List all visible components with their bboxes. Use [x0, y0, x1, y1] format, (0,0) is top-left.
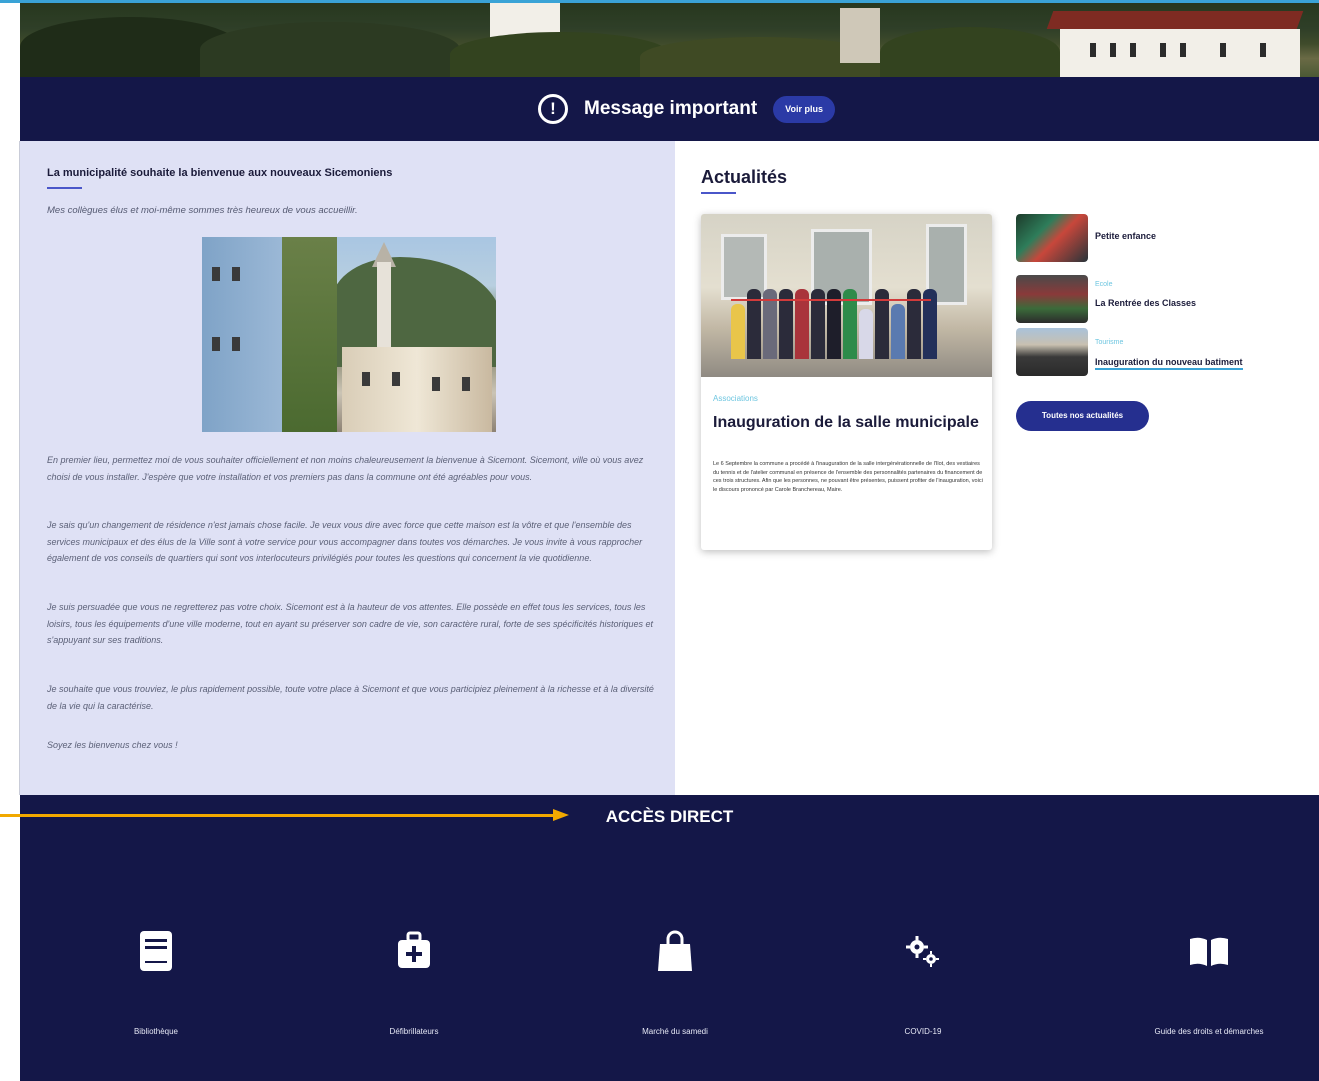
shopping-bag-icon — [658, 930, 692, 971]
direct-access-title: ACCÈS DIRECT — [605, 807, 734, 826]
open-book-icon — [1190, 937, 1228, 966]
gears-icon — [906, 936, 939, 967]
first-aid-kit-icon — [398, 931, 430, 968]
news-thumbnail — [1016, 214, 1088, 262]
access-item-label: Bibliothèque — [133, 1027, 179, 1036]
news-item-label: La Rentrée des Classes — [1095, 298, 1197, 308]
all-news-button[interactable]: Toutes nos actualités — [1016, 401, 1149, 431]
featured-news-excerpt: Le 6 Septembre la commune a procédé à l'… — [713, 461, 983, 493]
title-underline — [701, 192, 736, 194]
welcome-paragraph: Je suis persuadée que vous ne regrettere… — [47, 602, 654, 645]
news-item-rentree[interactable]: Ecole La Rentrée des Classes — [1016, 275, 1296, 323]
access-item-label: Défibrillateurs — [389, 1027, 439, 1036]
access-item-label: Guide des droits et démarches — [1154, 1027, 1264, 1036]
access-item-marche[interactable]: Marché du samedi — [575, 929, 775, 1039]
annotation-arrow — [0, 814, 555, 817]
featured-news-category: Associations — [713, 394, 758, 403]
town-photo — [202, 237, 496, 432]
welcome-section: La municipalité souhaite la bienvenue au… — [20, 141, 675, 795]
voir-plus-button[interactable]: Voir plus — [773, 95, 835, 123]
access-item-label: COVID-19 — [904, 1027, 942, 1036]
book-icon — [140, 931, 172, 971]
welcome-intro: Mes collègues élus et moi-même sommes tr… — [47, 205, 358, 216]
access-item-label: Marché du samedi — [642, 1027, 708, 1036]
news-item-label: Petite enfance — [1095, 231, 1157, 241]
alert-circle-icon: ! — [538, 94, 568, 124]
welcome-paragraph: Je souhaite que vous trouviez, le plus r… — [47, 684, 654, 711]
direct-access-section: ACCÈS DIRECT Bibliothèque Défibrillateur… — [20, 795, 1319, 1081]
featured-news-title[interactable]: Inauguration de la salle municipale — [713, 413, 983, 432]
news-thumbnail — [1016, 328, 1088, 376]
news-item-category: Ecole — [1095, 281, 1113, 288]
title-underline — [47, 187, 82, 189]
important-message-bar: ! Message important Voir plus — [20, 77, 1319, 141]
access-item-bibliotheque[interactable]: Bibliothèque — [56, 929, 256, 1039]
news-item-inauguration-batiment[interactable]: Tourisme Inauguration du nouveau batimen… — [1016, 328, 1296, 376]
news-title: Actualités — [701, 167, 788, 187]
access-item-covid[interactable]: COVID-19 — [823, 929, 1023, 1039]
news-item-petite-enfance[interactable]: Petite enfance — [1016, 214, 1296, 262]
hero-banner-image — [20, 3, 1319, 77]
access-item-defibrillateurs[interactable]: Défibrillateurs — [314, 929, 514, 1039]
news-section: Actualités Associations Inauguration de … — [675, 141, 1319, 795]
news-item-category: Tourisme — [1095, 339, 1124, 346]
welcome-paragraph: Je sais qu'un changement de résidence n'… — [47, 520, 643, 563]
featured-news-photo — [701, 214, 992, 377]
welcome-paragraph: En premier lieu, permettez moi de vous s… — [47, 455, 644, 482]
welcome-paragraph: Soyez les bienvenus chez vous ! — [47, 740, 178, 750]
news-item-label[interactable]: Inauguration du nouveau batiment — [1095, 357, 1243, 370]
message-title: Message important — [584, 98, 758, 119]
annotation-arrow-head — [553, 809, 569, 821]
news-thumbnail — [1016, 275, 1088, 323]
access-item-guide[interactable]: Guide des droits et démarches — [1109, 929, 1309, 1039]
featured-news-card[interactable]: Associations Inauguration de la salle mu… — [701, 214, 992, 550]
welcome-title: La municipalité souhaite la bienvenue au… — [47, 167, 393, 179]
